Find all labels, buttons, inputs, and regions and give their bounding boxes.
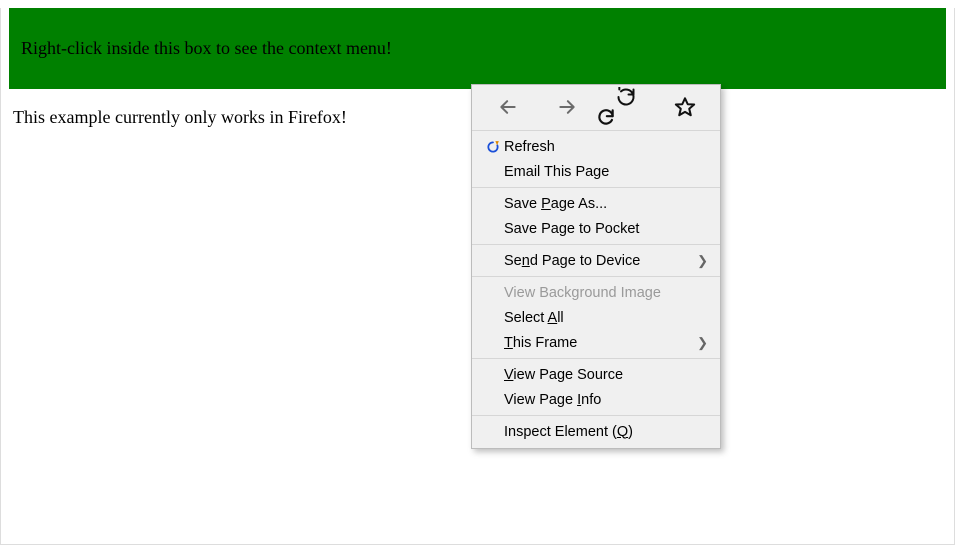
menu-item-label: Inspect Element (Q)	[504, 424, 710, 440]
menu-item-label: View Page Source	[504, 367, 710, 383]
nav-bookmark-button[interactable]	[671, 93, 699, 121]
menu-item-select-all[interactable]: Select All	[472, 305, 720, 330]
menu-item-send-to-device[interactable]: Send Page to Device ❯	[472, 248, 720, 273]
context-menu: Refresh Email This Page Save Page As... …	[471, 84, 721, 449]
menu-item-refresh[interactable]: Refresh	[472, 134, 720, 159]
menu-item-label: Save Page As...	[504, 196, 710, 212]
menu-item-label: Select All	[504, 310, 710, 326]
menu-item-label: Email This Page	[504, 164, 710, 180]
separator	[472, 244, 720, 245]
nav-reload-button[interactable]	[612, 93, 640, 121]
separator	[472, 415, 720, 416]
context-target-text: Right-click inside this box to see the c…	[21, 38, 392, 58]
refresh-icon	[482, 140, 504, 154]
context-target-box[interactable]: Right-click inside this box to see the c…	[9, 8, 946, 89]
star-icon	[674, 96, 696, 118]
menu-item-save-to-pocket[interactable]: Save Page to Pocket	[472, 216, 720, 241]
separator	[472, 130, 720, 131]
reload-icon	[616, 87, 636, 127]
menu-item-label: Send Page to Device	[504, 253, 697, 269]
context-nav-row	[472, 85, 720, 127]
menu-item-view-page-info[interactable]: View Page Info	[472, 387, 720, 412]
separator	[472, 276, 720, 277]
separator	[472, 358, 720, 359]
arrow-left-icon	[498, 97, 518, 117]
nav-back-button[interactable]	[494, 93, 522, 121]
chevron-right-icon: ❯	[697, 335, 710, 351]
menu-item-label: View Page Info	[504, 392, 710, 408]
menu-item-this-frame[interactable]: This Frame ❯	[472, 330, 720, 355]
menu-item-email-page[interactable]: Email This Page	[472, 159, 720, 184]
chevron-right-icon: ❯	[697, 253, 710, 269]
menu-item-inspect-element[interactable]: Inspect Element (Q)	[472, 419, 720, 444]
menu-item-label: This Frame	[504, 335, 697, 351]
nav-forward-button[interactable]	[553, 93, 581, 121]
arrow-right-icon	[557, 97, 577, 117]
separator	[472, 187, 720, 188]
menu-item-view-source[interactable]: View Page Source	[472, 362, 720, 387]
menu-item-view-bg-image: View Background Image	[472, 280, 720, 305]
menu-item-label: Save Page to Pocket	[504, 221, 710, 237]
menu-item-save-page-as[interactable]: Save Page As...	[472, 191, 720, 216]
menu-item-label: View Background Image	[504, 285, 710, 301]
menu-item-label: Refresh	[504, 139, 710, 155]
